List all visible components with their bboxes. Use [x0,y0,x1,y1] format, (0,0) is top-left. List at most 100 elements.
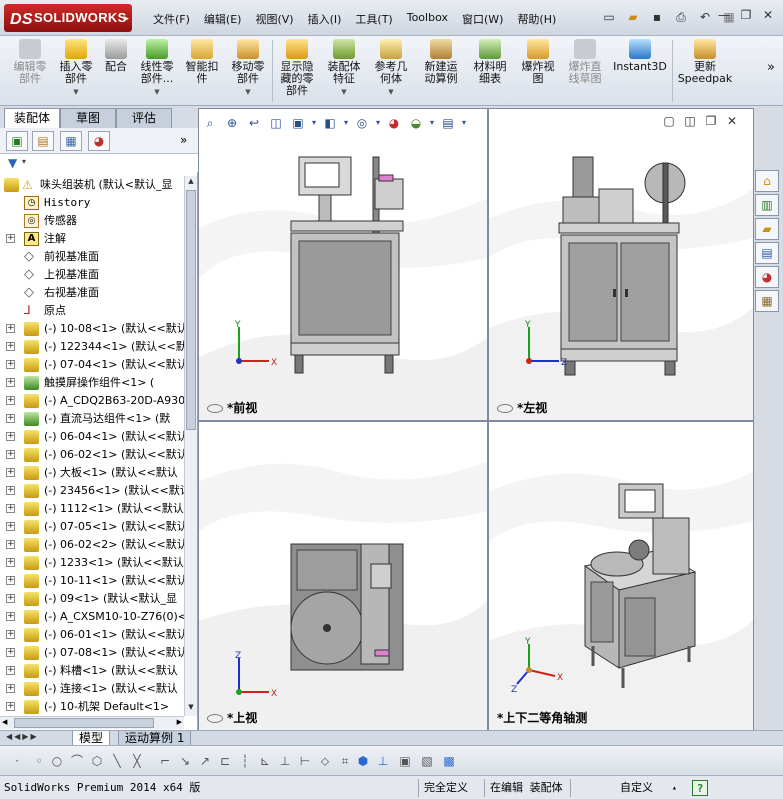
expand-icon[interactable]: + [6,414,15,423]
solidworks-logo[interactable]: DS SOLIDWORKS ▸ [4,4,132,32]
circle-icon[interactable]: ◦ [30,752,48,770]
expand-icon[interactable]: + [6,432,15,441]
viewport-left[interactable]: Y Z *左视 [488,108,754,421]
tree-vertical-scrollbar[interactable]: ▲ ▼ [184,176,197,716]
restore-icon[interactable]: ❐ [702,114,720,130]
polygon-icon[interactable]: ⬡ [88,752,106,770]
edit-appearance-icon[interactable]: ◕ [384,113,404,133]
view-settings-icon[interactable]: ▤ [438,113,458,133]
chevron-down-icon[interactable]: ▾ [22,157,26,166]
move-entities-icon[interactable]: ⬦ [316,752,334,770]
save-icon[interactable]: ▪ [646,7,668,27]
home-icon[interactable]: ⌂ [755,170,779,192]
expand-icon[interactable]: + [6,612,15,621]
pattern-icon[interactable]: ⊢ [296,752,314,770]
menu-edit[interactable]: 编辑(E) [197,9,249,29]
expand-icon[interactable]: + [6,540,15,549]
configuration-manager-icon[interactable]: ▦ [60,131,82,151]
arc-icon[interactable]: ⌒ [68,752,86,770]
expand-icon[interactable]: + [6,558,15,567]
more-commands-icon[interactable]: » [764,61,778,74]
view-orientation-icon[interactable]: ▣ [288,113,308,133]
chevron-down-icon[interactable]: ▾ [374,113,382,133]
expand-icon[interactable]: + [6,324,15,333]
offset-icon[interactable]: ⊏ [216,752,234,770]
viewport-front[interactable]: Y X *前视 [198,108,488,421]
tab-sketch[interactable]: 草图 [60,108,116,128]
insert-component-button[interactable]: 插入零 部件 ▼ [56,39,96,98]
reference-geometry-button[interactable]: 参考几 何体 ▼ [370,39,412,98]
tree-horizontal-scrollbar[interactable]: ◀ ▶ [0,716,184,729]
move-component-button[interactable]: 移动零 部件 ▼ [228,39,268,98]
menu-insert[interactable]: 插入(I) [301,9,349,29]
tab-scroll-icon[interactable]: ◀◀▶▶ [6,732,39,741]
feature-tree-icon[interactable]: ▣ [6,131,28,151]
scroll-thumb[interactable] [186,190,196,430]
scroll-thumb[interactable] [14,718,154,728]
edit-component-button[interactable]: 编辑零 部件 [8,39,52,85]
centerline-icon[interactable]: ╳ [128,752,146,770]
filter-icon[interactable]: ▼ [8,156,17,170]
dimension-icon[interactable]: ⊾ [256,752,274,770]
expand-icon[interactable]: + [6,594,15,603]
expand-icon[interactable]: + [6,576,15,585]
close-icon[interactable]: ✕ [759,8,777,24]
mirror-icon[interactable]: ┆ [236,752,254,770]
open-folder-icon[interactable]: ▰ [622,7,644,27]
two-view-icon[interactable]: ◫ [681,114,699,130]
new-motion-study-button[interactable]: 新建运 动算例 [418,39,464,85]
expand-icon[interactable]: + [6,450,15,459]
design-library-icon[interactable]: ▥ [755,194,779,216]
expand-icon[interactable]: + [6,666,15,675]
close-icon[interactable]: ✕ [723,114,741,130]
scroll-right-icon[interactable]: ▶ [177,718,182,726]
display-style-icon[interactable]: ◧ [320,113,340,133]
expand-icon[interactable]: + [6,630,15,639]
chevron-down-icon[interactable]: ▾ [342,113,350,133]
trim-icon[interactable]: ↘ [176,752,194,770]
linear-pattern-button[interactable]: 线性零 部件... ▼ [136,39,178,98]
sketch-fillet-icon[interactable]: ⌐ [156,752,174,770]
update-speedpak-button[interactable]: 更新 Speedpak [676,39,734,85]
print-icon[interactable]: ⎙ [670,7,692,27]
show-hidden-components-button[interactable]: 显示隐 藏的零 部件 [276,39,318,97]
sketch-3d-icon[interactable]: ⌗ [336,752,354,770]
tab-assembly[interactable]: 装配体 [4,108,60,128]
hide-show-items-icon[interactable]: ◎ [352,113,372,133]
expand-icon[interactable]: + [6,360,15,369]
restore-icon[interactable]: ❐ [737,8,755,24]
expand-icon[interactable]: + [6,684,15,693]
exploded-view-button[interactable]: 爆炸视 图 [516,39,560,85]
zoom-to-area-icon[interactable]: ⊕ [222,113,242,133]
expand-icon[interactable]: + [6,396,15,405]
menu-window[interactable]: 窗口(W) [455,9,510,29]
units-chevron-up-icon[interactable]: ▴ [672,780,677,796]
bill-of-materials-button[interactable]: 材料明 细表 [468,39,512,85]
property-manager-icon[interactable]: ▤ [32,131,54,151]
display-manager-icon[interactable]: ◕ [88,131,110,151]
appearances-icon[interactable]: ◕ [755,266,779,288]
menu-tools[interactable]: 工具(T) [348,9,399,29]
chevron-down-icon[interactable]: ▾ [428,113,436,133]
circle-sketch-icon[interactable]: ○ [48,752,66,770]
previous-view-icon[interactable]: ↩ [244,113,264,133]
section-view-icon[interactable]: ◫ [266,113,286,133]
new-document-icon[interactable]: ▭ [598,7,620,27]
view-palette-icon[interactable]: ▤ [755,242,779,264]
apply-scene-icon[interactable]: ◒ [406,113,426,133]
viewport-top[interactable]: Z X *上视 [198,421,488,731]
expand-icon[interactable]: + [6,378,15,387]
viewport-isometric[interactable]: Y X Z *上下二等角轴测 [488,421,754,731]
shaded-icon[interactable]: ▩ [440,752,458,770]
custom-properties-icon[interactable]: ▦ [755,290,779,312]
menu-toolbox[interactable]: Toolbox [400,9,455,29]
smart-fasteners-button[interactable]: 智能扣 件 [182,39,222,85]
explode-line-sketch-button[interactable]: 爆炸直 线草图 [562,39,608,85]
wireframe-icon[interactable]: ▣ [396,752,414,770]
tab-model[interactable]: 模型 [72,731,111,746]
tab-motion-study-1[interactable]: 运动算例 1 [118,731,192,746]
expand-icon[interactable]: + [6,522,15,531]
expand-icon[interactable]: + [6,468,15,477]
expand-panel-icon[interactable]: » [180,133,187,147]
scroll-down-icon[interactable]: ▼ [186,703,196,715]
